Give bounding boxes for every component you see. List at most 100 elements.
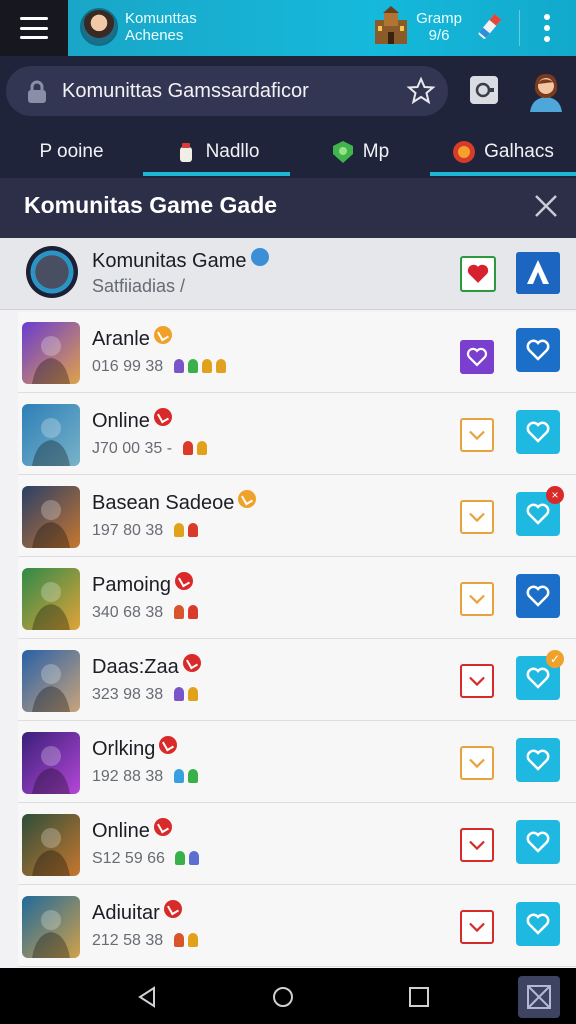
close-icon[interactable] — [532, 192, 560, 220]
game-stats-text: 016 99 38 — [92, 358, 164, 375]
user-avatar[interactable] — [80, 8, 118, 46]
star-icon[interactable] — [406, 76, 436, 106]
scan-icon[interactable] — [470, 76, 498, 104]
tab-active-indicator — [143, 172, 290, 176]
game-list-item[interactable]: Orlking 192 88 38 — [18, 722, 576, 803]
game-list-item[interactable]: Online J70 00 35 - — [18, 394, 576, 475]
search-box[interactable] — [6, 66, 448, 116]
game-stats: J70 00 35 - — [92, 440, 211, 460]
resource-icons — [173, 933, 202, 952]
join-button[interactable] — [516, 820, 560, 864]
game-icon — [22, 732, 80, 794]
status-badge-icon — [238, 490, 257, 508]
game-title: Adiuitar — [92, 902, 160, 924]
status-badge-icon — [153, 326, 172, 344]
stat-label: Gramp — [416, 10, 462, 27]
tab-label: Nadllo — [205, 141, 260, 162]
notification-badge: ✓ — [546, 650, 564, 668]
expand-chevron-button[interactable] — [460, 582, 494, 616]
lock-search-icon — [28, 80, 46, 103]
game-list: Aranle 016 99 38 Online J70 00 35 - Base… — [18, 312, 576, 968]
recent-apps-icon[interactable] — [408, 986, 430, 1008]
resource-icons — [173, 605, 202, 624]
app-switcher-icon[interactable] — [518, 976, 560, 1018]
status-badge-icon — [159, 736, 178, 754]
join-button[interactable] — [516, 328, 560, 372]
jar-icon — [179, 143, 192, 162]
castle-icon[interactable] — [372, 6, 410, 46]
game-stats-text: 197 80 38 — [92, 522, 164, 539]
game-stats-text: 323 98 38 — [92, 686, 164, 703]
game-icon — [22, 322, 80, 384]
section-header: Komunitas Game Gade — [0, 178, 576, 238]
expand-chevron-button[interactable] — [460, 418, 494, 452]
game-list-item[interactable]: Adiuitar 212 58 38 — [18, 886, 576, 967]
join-button[interactable] — [516, 410, 560, 454]
tab-active-indicator — [430, 172, 576, 176]
game-stats: 197 80 38 — [92, 522, 202, 542]
community-logo-icon — [26, 246, 78, 298]
expand-chevron-button[interactable] — [460, 500, 494, 534]
featured-title: Komunitas Game — [92, 250, 247, 272]
tab-mp[interactable]: Mp — [290, 126, 430, 178]
notification-badge: × — [546, 486, 564, 504]
resource-icon — [173, 605, 184, 619]
game-icon — [22, 404, 80, 466]
resource-icons — [173, 523, 202, 542]
resource-icon — [215, 359, 226, 373]
hamburger-menu-button[interactable] — [0, 0, 68, 56]
expand-chevron-button[interactable] — [460, 910, 494, 944]
currency-stat: Gramp 9/6 — [415, 10, 463, 44]
game-list-item[interactable]: Daas:Zaa 323 98 38 ✓ — [18, 640, 576, 721]
map-shield-icon — [332, 141, 353, 163]
tab-nadllo[interactable]: Nadllo — [143, 126, 290, 178]
more-options-button[interactable] — [530, 10, 564, 46]
tab-galhacs[interactable]: Galhacs — [430, 126, 576, 178]
game-stats-text: J70 00 35 - — [92, 440, 173, 457]
a-logo-button[interactable] — [516, 252, 560, 294]
status-badge-icon — [163, 900, 182, 918]
like-button[interactable] — [460, 340, 494, 374]
game-stats: 212 58 38 — [92, 932, 202, 952]
menu-icon — [20, 17, 48, 39]
game-title-wrap: Orlking — [92, 736, 178, 761]
game-list-item[interactable]: Basean Sadeoe 197 80 38 × — [18, 476, 576, 557]
resource-icon — [175, 851, 186, 865]
join-button[interactable] — [516, 902, 560, 946]
game-list-item[interactable]: Pamoing 340 68 38 — [18, 558, 576, 639]
home-icon[interactable] — [272, 986, 294, 1008]
game-title-wrap: Online — [92, 818, 172, 843]
join-button[interactable] — [516, 738, 560, 782]
user-name-line2: Achenes — [125, 27, 184, 44]
resource-icon — [173, 933, 184, 947]
game-stats: 192 88 38 — [92, 768, 202, 788]
resource-icons — [173, 359, 230, 378]
favorite-heart-button[interactable] — [460, 256, 496, 292]
back-icon[interactable] — [136, 986, 158, 1008]
game-stats-text: 192 88 38 — [92, 768, 164, 785]
resource-icons — [182, 441, 211, 460]
expand-chevron-button[interactable] — [460, 746, 494, 780]
pencil-icon[interactable] — [473, 10, 507, 44]
game-icon — [22, 486, 80, 548]
expand-chevron-button[interactable] — [460, 664, 494, 698]
search-input[interactable] — [62, 66, 402, 116]
expand-chevron-button[interactable] — [460, 828, 494, 862]
resource-icons — [175, 851, 203, 870]
game-stats: 016 99 38 — [92, 358, 230, 378]
game-title: Orlking — [92, 738, 156, 760]
resource-icons — [173, 769, 202, 788]
join-button[interactable] — [516, 574, 560, 618]
resource-icon — [187, 605, 198, 619]
game-title-wrap: Online — [92, 408, 172, 433]
status-badge-icon — [153, 818, 172, 836]
resource-icon — [187, 933, 198, 947]
game-list-item[interactable]: Aranle 016 99 38 — [18, 312, 576, 393]
game-icon — [22, 650, 80, 712]
tab-label: Galhacs — [484, 141, 554, 162]
status-badge-icon — [174, 572, 193, 590]
tab-poone[interactable]: P ooine — [0, 126, 143, 178]
resource-icon — [173, 359, 184, 373]
game-list-item[interactable]: Online S12 59 66 — [18, 804, 576, 885]
profile-avatar-icon[interactable] — [524, 68, 568, 112]
